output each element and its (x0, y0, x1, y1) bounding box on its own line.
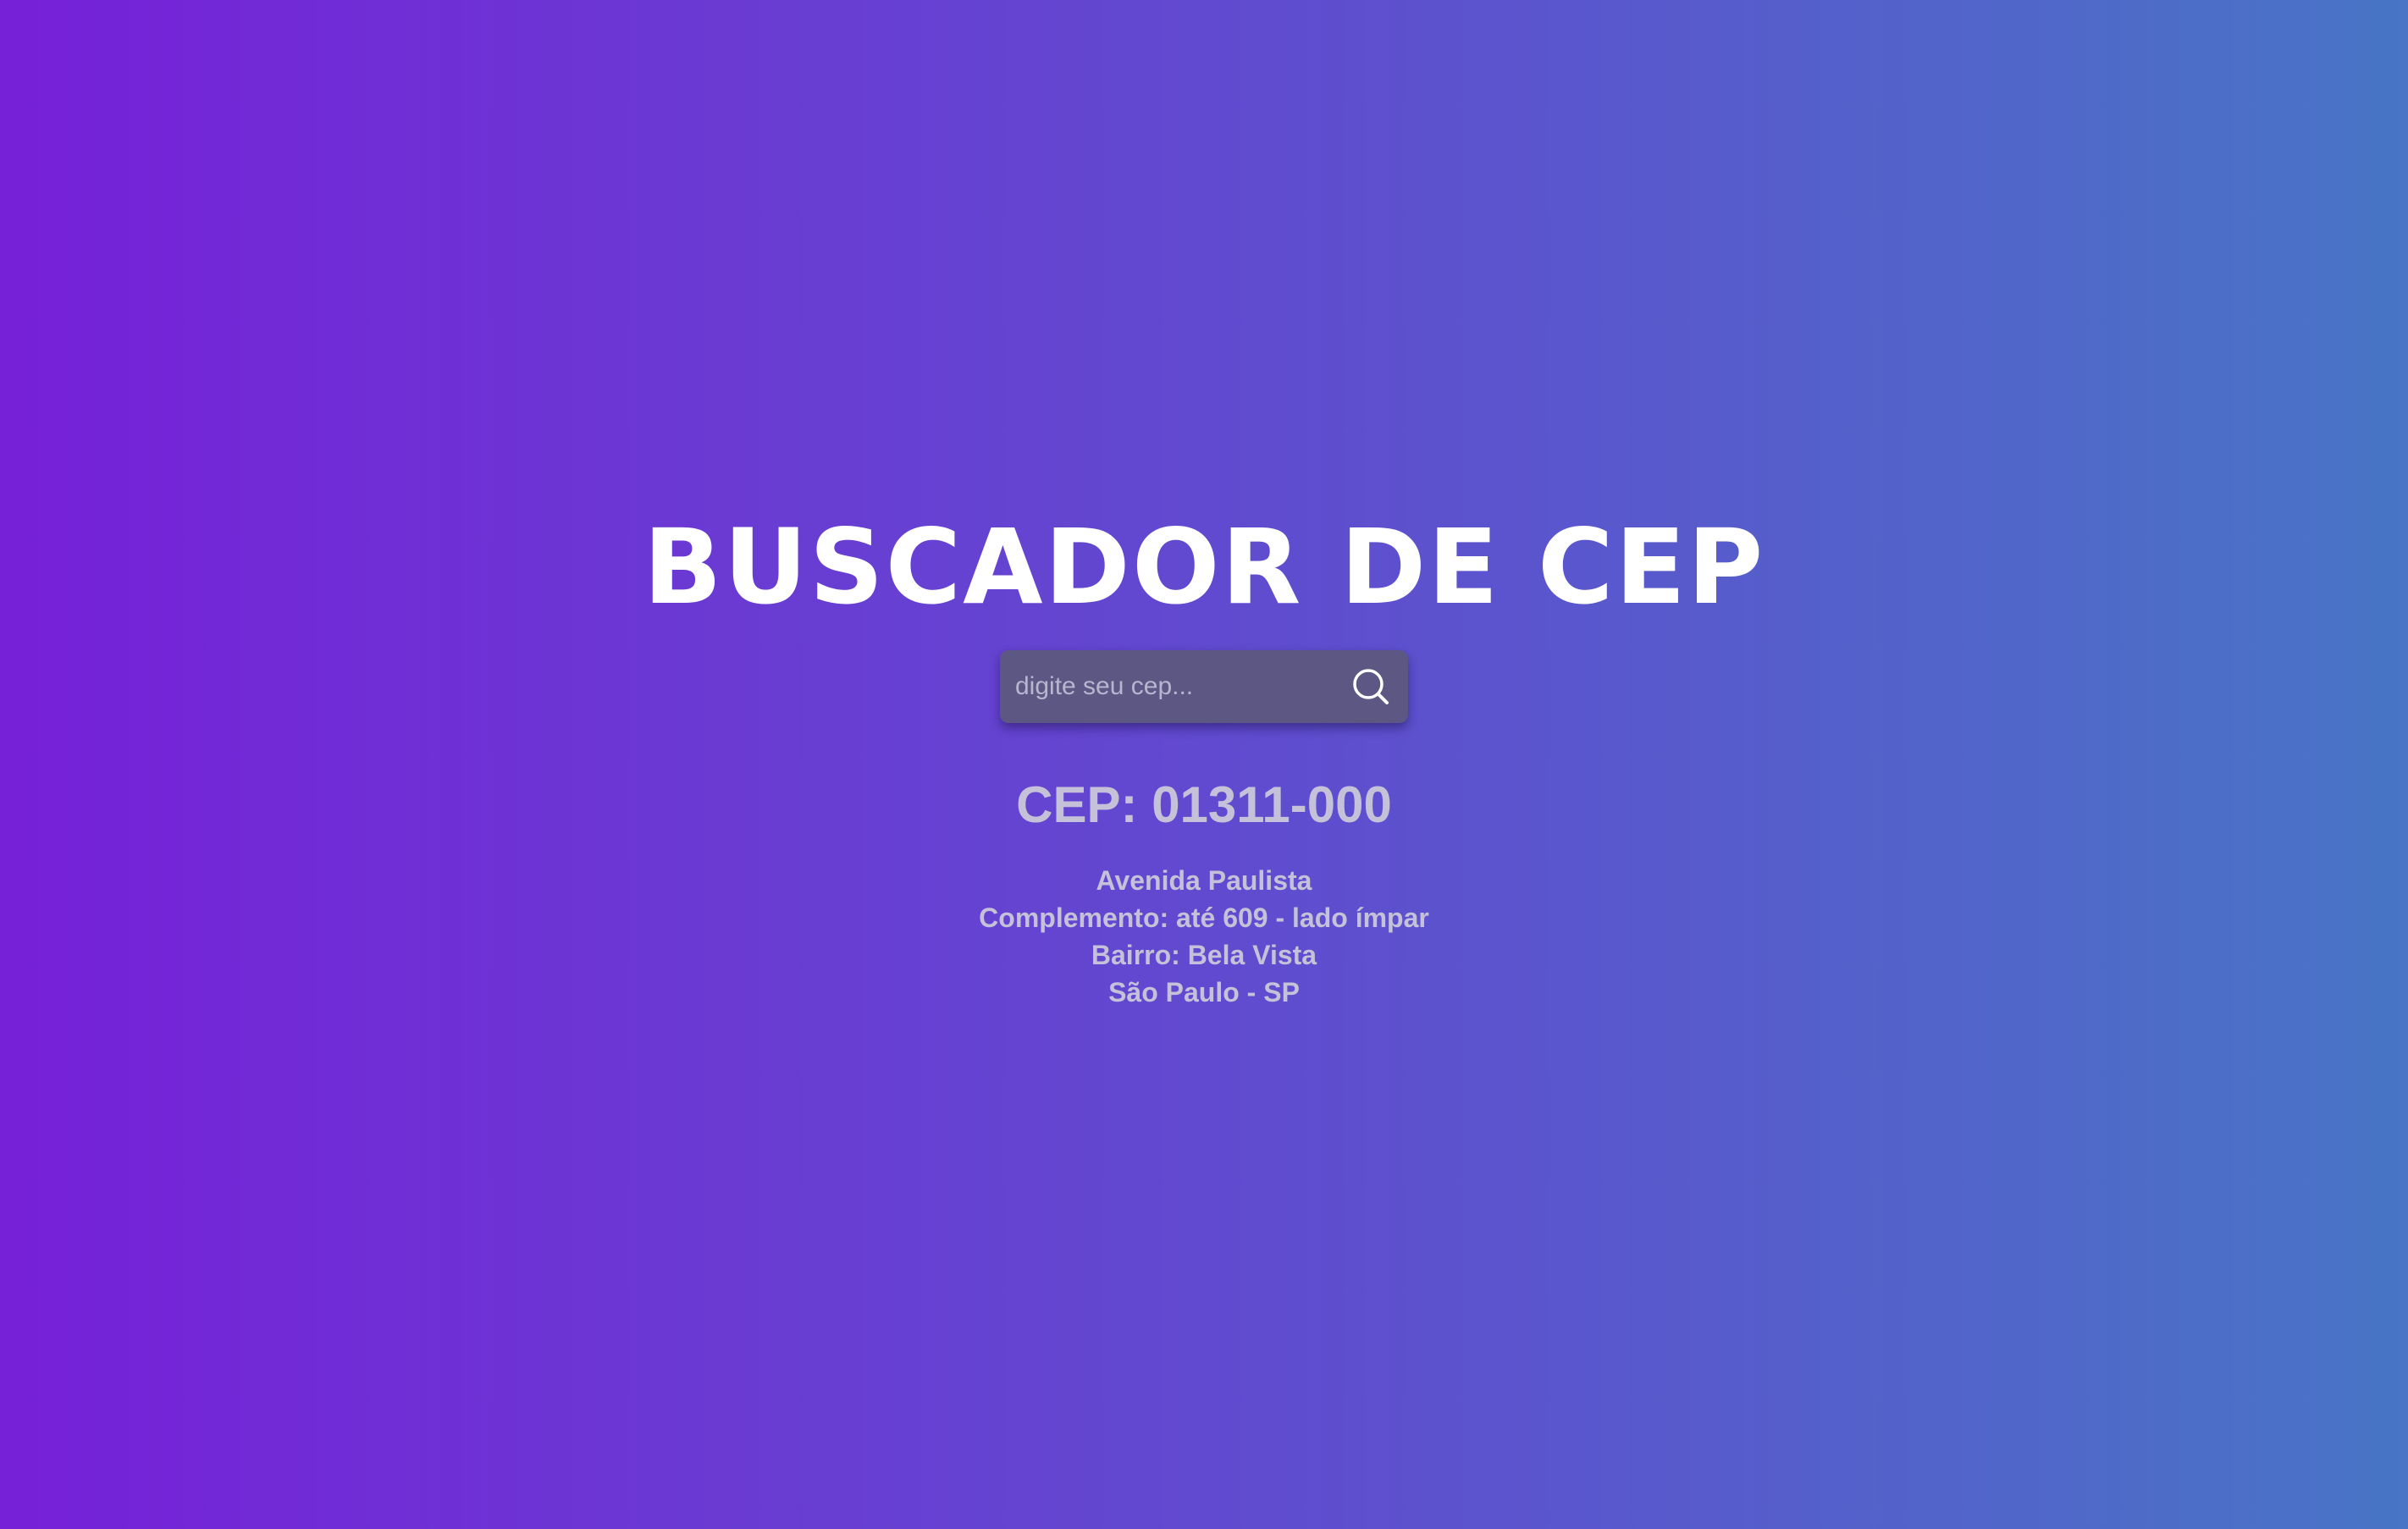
search-icon (1353, 669, 1389, 704)
main-container: BUSCADOR DE CEP CEP: 01311-000 Avenida P… (0, 508, 2408, 1011)
page-title: BUSCADOR DE CEP (643, 507, 1765, 627)
address-details: Avenida Paulista Complemento: até 609 - … (979, 862, 1429, 1011)
address-neighborhood: Bairro: Bela Vista (1091, 940, 1317, 970)
cep-search-input[interactable] (1013, 660, 1345, 713)
address-city-state: São Paulo - SP (1108, 977, 1300, 1007)
cep-result-heading: CEP: 01311-000 (1016, 776, 1392, 833)
search-box (1000, 650, 1408, 723)
address-street: Avenida Paulista (1096, 865, 1312, 896)
search-button[interactable] (1345, 661, 1396, 712)
address-complement: Complemento: até 609 - lado ímpar (979, 902, 1429, 933)
